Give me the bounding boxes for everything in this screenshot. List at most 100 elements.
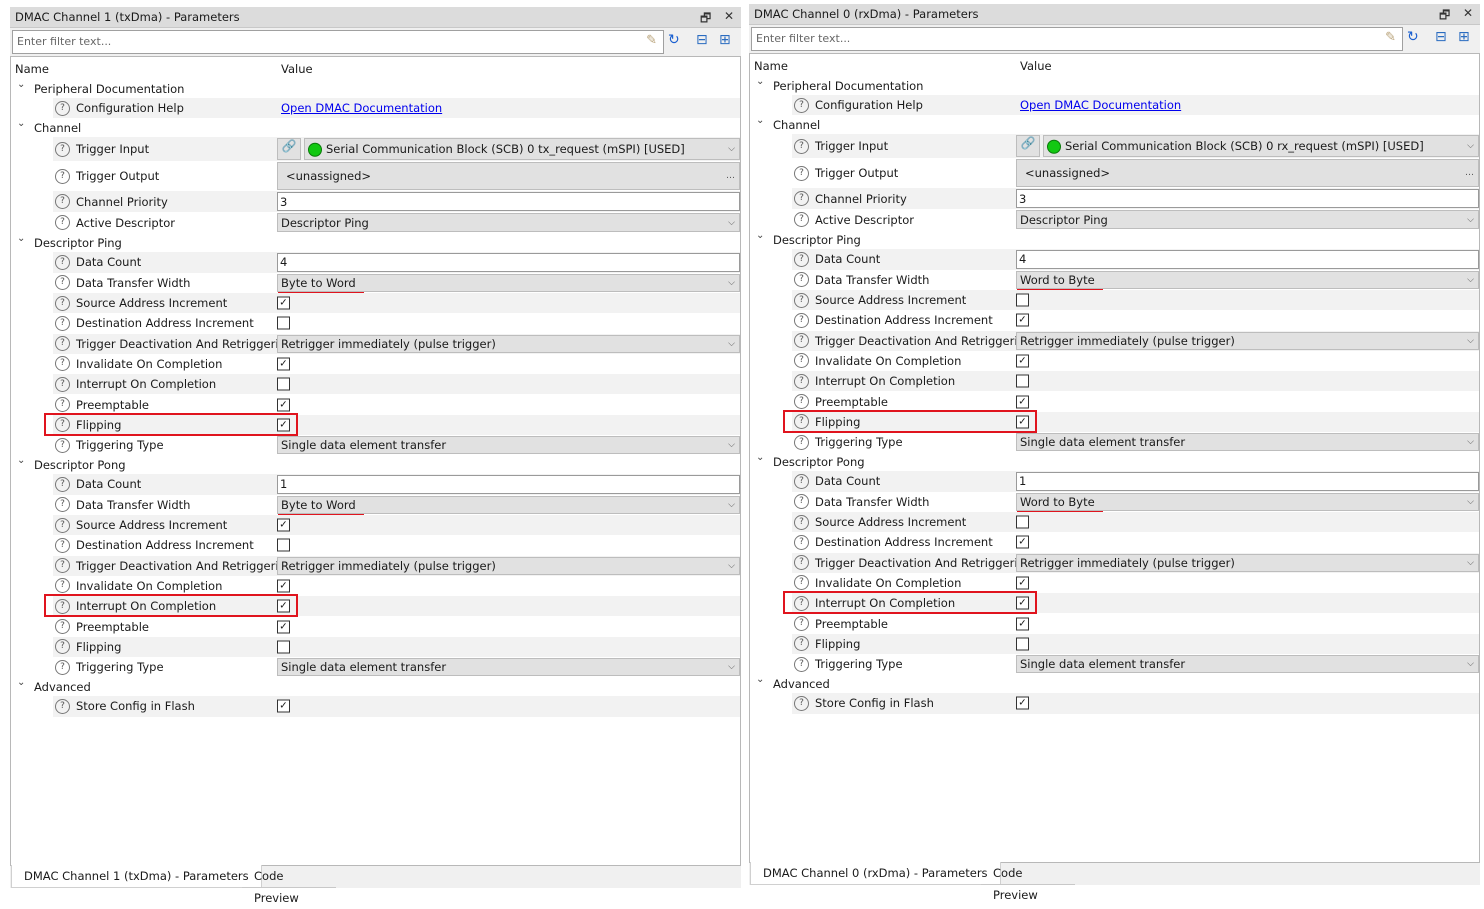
chevron-down-icon[interactable]: ⌵	[1467, 141, 1474, 151]
checkbox[interactable]: ✓	[277, 518, 290, 532]
chevron-down-icon[interactable]: ⌵	[1467, 437, 1474, 447]
help-icon[interactable]: ?	[794, 165, 809, 181]
restore-window-icon[interactable]: 🗗	[1439, 6, 1450, 27]
tree-group[interactable]: ⌄ Descriptor Pong	[750, 452, 1479, 471]
ellipsis-button[interactable]: …	[1465, 168, 1474, 178]
help-icon[interactable]: ?	[794, 434, 809, 450]
tree-group[interactable]: ⌄ Descriptor Ping	[11, 233, 740, 252]
tab-code-preview[interactable]: Code Preview	[242, 865, 336, 905]
filter-box[interactable]: Enter filter text... ✎	[12, 30, 664, 54]
close-icon[interactable]: ✕	[724, 9, 734, 23]
help-icon[interactable]: ?	[55, 397, 70, 413]
column-header-name[interactable]: Name	[754, 59, 788, 73]
checkbox[interactable]: ✓	[277, 579, 290, 593]
eraser-icon[interactable]: ✎	[1385, 30, 1396, 45]
chevron-down-icon[interactable]: ⌵	[1467, 215, 1474, 225]
tree-group[interactable]: ⌄ Channel	[11, 118, 740, 137]
chevron-down-icon[interactable]: ⌵	[728, 144, 735, 154]
value-dropdown[interactable]: Byte to Word ⌵	[277, 273, 740, 292]
restore-window-icon[interactable]: 🗗	[700, 9, 711, 30]
checkbox[interactable]	[1016, 293, 1029, 307]
checkbox[interactable]	[277, 538, 290, 552]
help-icon[interactable]: ?	[794, 312, 809, 328]
checkbox[interactable]: ✓	[277, 599, 290, 613]
checkbox[interactable]	[277, 377, 290, 391]
checkbox[interactable]: ✓	[1016, 617, 1029, 631]
refresh-icon[interactable]: ↻	[1407, 29, 1419, 45]
help-icon[interactable]: ?	[55, 315, 70, 331]
tree-group[interactable]: ⌄ Peripheral Documentation	[11, 79, 740, 98]
value-dropdown[interactable]: Descriptor Ping ⌵	[1016, 210, 1479, 230]
value-dropdown[interactable]: Single data element transfer ⌵	[277, 436, 740, 455]
documentation-link[interactable]: Open DMAC Documentation	[281, 101, 442, 115]
checkbox[interactable]: ✓	[1016, 535, 1029, 549]
help-icon[interactable]: ?	[794, 534, 809, 550]
help-icon[interactable]: ?	[794, 616, 809, 632]
chevron-down-icon[interactable]: ⌄	[756, 76, 764, 87]
chevron-down-icon[interactable]: ⌵	[728, 278, 735, 288]
chevron-down-icon[interactable]: ⌄	[756, 115, 764, 126]
value-dropdown[interactable]: Retrigger immediately (pulse trigger) ⌵	[1016, 553, 1479, 572]
checkbox[interactable]: ✓	[1016, 696, 1029, 710]
chevron-down-icon[interactable]: ⌵	[1467, 659, 1474, 669]
value-dropdown[interactable]: Word to Byte ⌵	[1016, 492, 1479, 511]
collapse-all-icon[interactable]: ⊟	[1435, 29, 1447, 45]
refresh-icon[interactable]: ↻	[668, 32, 680, 48]
value-selector[interactable]: <unassigned>…	[1016, 159, 1479, 188]
chevron-down-icon[interactable]: ⌄	[17, 79, 25, 90]
help-icon[interactable]: ?	[794, 656, 809, 672]
chevron-down-icon[interactable]: ⌵	[728, 500, 735, 510]
ellipsis-button[interactable]: …	[726, 171, 735, 181]
chevron-down-icon[interactable]: ⌵	[1467, 558, 1474, 568]
filter-input[interactable]	[752, 28, 1360, 48]
help-icon[interactable]: ?	[55, 168, 70, 184]
value-selector[interactable]: <unassigned>…	[277, 162, 740, 191]
value-input[interactable]: 3	[1016, 189, 1479, 209]
tree-group[interactable]: ⌄ Advanced	[750, 674, 1479, 693]
tab-parameters[interactable]: DMAC Channel 0 (rxDma) - Parameters	[750, 862, 1001, 885]
value-dropdown[interactable]: Single data element transfer ⌵	[1016, 433, 1479, 452]
help-icon[interactable]: ?	[55, 659, 70, 675]
checkbox[interactable]	[1016, 637, 1029, 651]
value-input[interactable]: 4	[1016, 250, 1479, 269]
help-icon[interactable]: ?	[794, 292, 809, 308]
tree-group[interactable]: ⌄ Advanced	[11, 677, 740, 696]
chevron-down-icon[interactable]: ⌵	[728, 218, 735, 228]
value-dropdown[interactable]: Single data element transfer ⌵	[277, 658, 740, 677]
checkbox[interactable]	[1016, 515, 1029, 529]
value-input[interactable]: 4	[277, 253, 740, 272]
link-icon[interactable]: 🔗	[277, 138, 301, 161]
chevron-down-icon[interactable]: ⌵	[728, 440, 735, 450]
help-icon[interactable]: ?	[55, 141, 70, 157]
value-dropdown[interactable]: Retrigger immediately (pulse trigger) ⌵	[277, 556, 740, 575]
help-icon[interactable]: ?	[794, 514, 809, 530]
help-icon[interactable]: ?	[794, 251, 809, 267]
checkbox[interactable]: ✓	[277, 357, 290, 371]
checkbox[interactable]	[277, 640, 290, 654]
column-header-name[interactable]: Name	[15, 62, 49, 76]
value-dropdown[interactable]: Descriptor Ping ⌵	[277, 213, 740, 233]
value-dropdown[interactable]: Retrigger immediately (pulse trigger) ⌵	[1016, 331, 1479, 350]
help-icon[interactable]: ?	[55, 619, 70, 635]
value-input[interactable]: 1	[277, 475, 740, 494]
help-icon[interactable]: ?	[55, 537, 70, 553]
filter-input[interactable]	[13, 31, 621, 51]
chevron-down-icon[interactable]: ⌵	[728, 561, 735, 571]
chevron-down-icon[interactable]: ⌵	[728, 662, 735, 672]
help-icon[interactable]: ?	[55, 476, 70, 492]
value-input[interactable]: 1	[1016, 472, 1479, 491]
trigger-dropdown[interactable]: Serial Communication Block (SCB) 0 tx_re…	[304, 138, 740, 161]
tree-group[interactable]: ⌄ Descriptor Ping	[750, 230, 1479, 249]
help-icon[interactable]: ?	[55, 437, 70, 453]
checkbox[interactable]	[277, 316, 290, 330]
value-input[interactable]: 3	[277, 192, 740, 212]
column-header-value[interactable]: Value	[1020, 59, 1052, 73]
value-dropdown[interactable]: Single data element transfer ⌵	[1016, 655, 1479, 674]
documentation-link[interactable]: Open DMAC Documentation	[1020, 98, 1181, 112]
help-icon[interactable]: ?	[794, 394, 809, 410]
help-icon[interactable]: ?	[55, 100, 70, 116]
chevron-down-icon[interactable]: ⌵	[1467, 497, 1474, 507]
close-icon[interactable]: ✕	[1463, 6, 1473, 20]
collapse-all-icon[interactable]: ⊟	[696, 32, 708, 48]
chevron-down-icon[interactable]: ⌄	[17, 677, 25, 688]
